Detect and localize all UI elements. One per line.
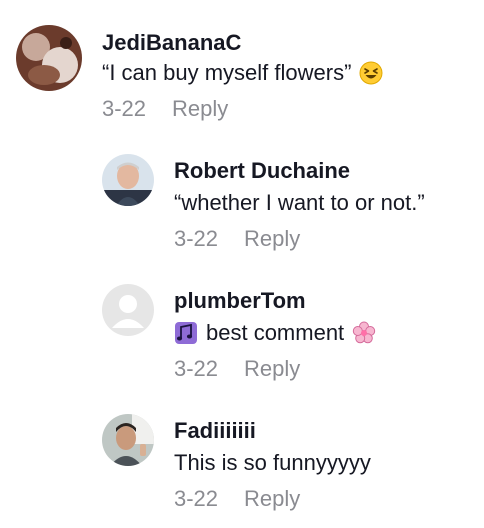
- comment-meta: 3-22 Reply: [174, 486, 300, 512]
- comment-username[interactable]: Fadiiiiiii: [174, 418, 256, 444]
- comment-date: 3-22: [102, 96, 147, 121]
- comment-text-content: best comment: [206, 320, 345, 345]
- reply-button[interactable]: Reply: [172, 96, 228, 121]
- user-avatar[interactable]: [16, 25, 82, 91]
- user-avatar[interactable]: [102, 414, 154, 466]
- comment-meta: 3-22 Reply: [174, 226, 300, 252]
- reply-comment-item: plumberTom best comment 3-22 Reply: [0, 270, 484, 400]
- comment-text: This is so funnyyyyy: [174, 450, 371, 476]
- comment-date: 3-22: [174, 356, 219, 381]
- reply-button[interactable]: Reply: [244, 486, 300, 511]
- comment-meta: 3-22 Reply: [174, 356, 300, 382]
- comment-meta: 3-22 Reply: [102, 96, 228, 122]
- comment-text: best comment: [174, 320, 376, 346]
- reply-comment-item: Fadiiiiiii This is so funnyyyyy 3-22 Repl…: [0, 400, 484, 528]
- user-avatar[interactable]: [102, 154, 154, 206]
- reply-comment-item: Robert Duchaine “whether I want to or no…: [0, 140, 484, 270]
- reply-button[interactable]: Reply: [244, 356, 300, 381]
- cherry-blossom-emoji-icon: [352, 321, 376, 345]
- reply-button[interactable]: Reply: [244, 226, 300, 251]
- comment-username[interactable]: JediBananaC: [102, 30, 241, 56]
- squinting-laugh-emoji-icon: [359, 61, 383, 85]
- music-notes-emoji-icon: [174, 321, 198, 345]
- comment-text-content: “I can buy myself flowers”: [102, 60, 352, 85]
- comment-username[interactable]: Robert Duchaine: [174, 158, 350, 184]
- comment-text: “I can buy myself flowers”: [102, 60, 383, 86]
- user-avatar[interactable]: [102, 284, 154, 336]
- comment-text-content: “whether I want to or not.”: [174, 190, 425, 215]
- comment-date: 3-22: [174, 486, 219, 511]
- comment-username[interactable]: plumberTom: [174, 288, 306, 314]
- comment-item: JediBananaC “I can buy myself flowers” 3…: [0, 0, 484, 140]
- comment-text-content: This is so funnyyyyy: [174, 450, 371, 475]
- comment-date: 3-22: [174, 226, 219, 251]
- comment-text: “whether I want to or not.”: [174, 190, 425, 216]
